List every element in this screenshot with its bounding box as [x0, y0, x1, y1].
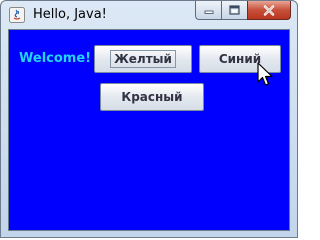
- maximize-button[interactable]: [221, 1, 247, 20]
- red-button[interactable]: Красный: [100, 83, 204, 111]
- minimize-icon: [204, 10, 213, 14]
- close-icon: [263, 4, 275, 16]
- yellow-button-label: Желтый: [110, 50, 176, 68]
- red-button-label: Красный: [121, 90, 183, 104]
- yellow-button[interactable]: Желтый: [94, 45, 192, 73]
- close-button[interactable]: [247, 1, 291, 20]
- java-app-icon: [9, 7, 25, 23]
- app-window: Hello, Java! Welcome! Желтый Синий Красн…: [0, 0, 298, 238]
- blue-button[interactable]: Синий: [199, 45, 281, 73]
- caption-buttons: [195, 1, 291, 21]
- maximize-icon: [229, 5, 240, 15]
- blue-button-label: Синий: [218, 52, 262, 66]
- minimize-button[interactable]: [195, 1, 221, 20]
- welcome-label: Welcome!: [19, 51, 92, 66]
- window-title: Hello, Java!: [33, 7, 107, 22]
- title-bar[interactable]: Hello, Java!: [1, 1, 297, 29]
- content-panel: Welcome! Желтый Синий Красный: [8, 29, 290, 231]
